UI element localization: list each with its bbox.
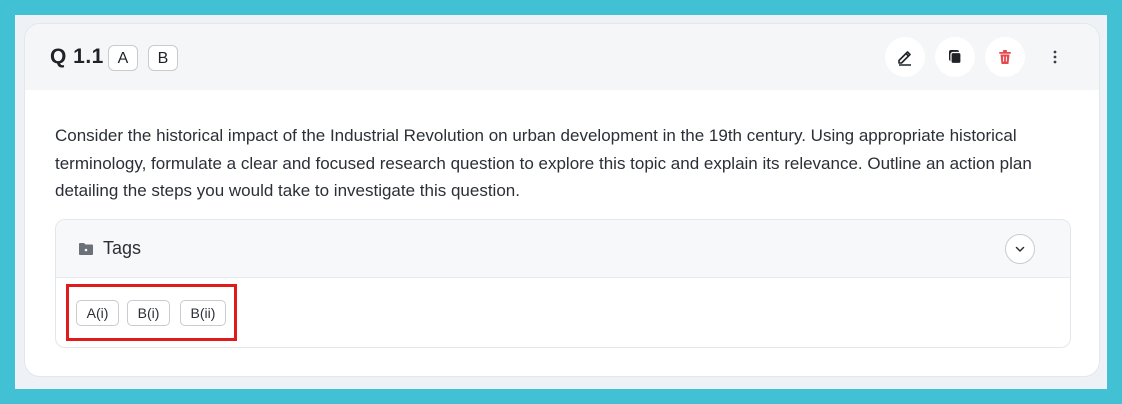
vertical-dots-icon [1053, 50, 1057, 64]
tag-chip-b-i[interactable]: B(i) [127, 300, 170, 326]
part-badge-a: A [108, 45, 138, 71]
edit-button[interactable] [885, 37, 925, 77]
tags-panel: Tags A(i) B(i) B(ii) [55, 219, 1071, 348]
question-text: Consider the historical impact of the In… [55, 126, 1032, 200]
more-options-button[interactable] [1045, 44, 1065, 70]
question-card: Q 1.1 A B Consider the historical impact… [24, 23, 1100, 377]
delete-button[interactable] [985, 37, 1025, 77]
duplicate-button[interactable] [935, 37, 975, 77]
chevron-down-icon [1015, 246, 1025, 252]
trash-icon [999, 50, 1011, 64]
question-number: Q 1.1 [50, 45, 104, 68]
pencil-icon [898, 51, 911, 66]
collapse-tags-button[interactable] [1005, 234, 1035, 264]
copy-icon [949, 50, 962, 65]
page-background: Q 1.1 A B Consider the historical impact… [15, 15, 1107, 389]
tags-label: Tags [103, 238, 142, 258]
part-badge-b: B [148, 45, 178, 71]
question-header: Q 1.1 A B [25, 24, 1099, 90]
tag-chip-b-ii[interactable]: B(ii) [180, 300, 226, 326]
folder-icon [79, 243, 93, 255]
tag-chip-a-i[interactable]: A(i) [76, 300, 119, 326]
tags-header[interactable]: Tags [56, 220, 1070, 278]
